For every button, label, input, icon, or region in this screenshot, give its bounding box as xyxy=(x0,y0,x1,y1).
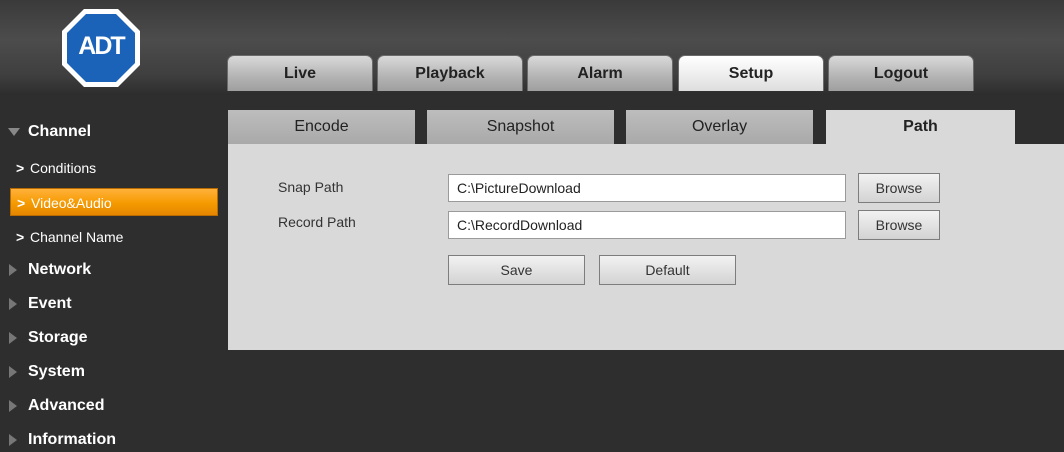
collapsed-arrow-icon xyxy=(9,400,17,412)
sidebar-section-label: System xyxy=(28,363,85,380)
record-browse-button[interactable]: Browse xyxy=(858,210,940,240)
sidebar-item-conditions[interactable]: > Conditions xyxy=(10,154,218,182)
record-path-input[interactable]: C:\RecordDownload xyxy=(448,211,846,239)
sidebar-section-label: Event xyxy=(28,295,72,312)
sidebar-section-information[interactable]: Information xyxy=(0,425,228,452)
sidebar-section-label: Storage xyxy=(28,329,88,346)
logo-text: ADT xyxy=(78,32,125,60)
default-button[interactable]: Default xyxy=(599,255,736,285)
collapsed-arrow-icon xyxy=(9,434,17,446)
record-path-label: Record Path xyxy=(278,214,356,230)
collapsed-arrow-icon xyxy=(9,366,17,378)
sidebar-section-storage[interactable]: Storage xyxy=(0,323,228,353)
sidebar-section-network[interactable]: Network xyxy=(0,255,228,285)
tab-alarm[interactable]: Alarm xyxy=(527,55,673,91)
tab-playback[interactable]: Playback xyxy=(377,55,523,91)
sidebar-item-label: Channel Name xyxy=(30,229,124,245)
sidebar-item-channel-name[interactable]: > Channel Name xyxy=(10,223,218,251)
chevron-right-icon: > xyxy=(17,195,26,211)
tab-overlay[interactable]: Overlay xyxy=(626,110,813,144)
sidebar-section-label: Advanced xyxy=(28,397,105,414)
snap-browse-button[interactable]: Browse xyxy=(858,173,940,203)
sidebar: Channel > Conditions > Video&Audio > Cha… xyxy=(0,95,228,452)
collapsed-arrow-icon xyxy=(9,332,17,344)
collapsed-arrow-icon xyxy=(9,298,17,310)
tab-encode[interactable]: Encode xyxy=(228,110,415,144)
tab-path[interactable]: Path xyxy=(826,110,1015,144)
sidebar-section-system[interactable]: System xyxy=(0,357,228,387)
path-settings-panel: Snap Path C:\PictureDownload Browse Reco… xyxy=(228,144,1064,350)
collapsed-arrow-icon xyxy=(9,264,17,276)
header-bar: ADT Live Playback Alarm Setup Logout xyxy=(0,0,1064,95)
sidebar-item-video-audio[interactable]: > Video&Audio xyxy=(10,188,218,216)
sidebar-section-event[interactable]: Event xyxy=(0,289,228,319)
tab-logout[interactable]: Logout xyxy=(828,55,974,91)
sidebar-section-label: Information xyxy=(28,431,116,448)
expanded-arrow-icon xyxy=(8,128,20,136)
sidebar-section-channel[interactable]: Channel xyxy=(0,117,228,147)
sidebar-section-label: Network xyxy=(28,261,92,278)
settings-subtabs: Encode Snapshot Overlay Path xyxy=(228,110,1064,144)
tab-live[interactable]: Live xyxy=(227,55,373,91)
sidebar-section-label: Channel xyxy=(28,123,92,140)
tab-setup[interactable]: Setup xyxy=(678,55,824,91)
sidebar-item-label: Video&Audio xyxy=(31,195,112,211)
tab-snapshot[interactable]: Snapshot xyxy=(427,110,614,144)
save-button[interactable]: Save xyxy=(448,255,585,285)
sidebar-item-label: Conditions xyxy=(30,160,97,176)
chevron-right-icon: > xyxy=(16,229,25,245)
snap-path-label: Snap Path xyxy=(278,179,344,195)
chevron-right-icon: > xyxy=(16,160,25,176)
adt-logo: ADT xyxy=(60,7,142,89)
snap-path-input[interactable]: C:\PictureDownload xyxy=(448,174,846,202)
sidebar-section-advanced[interactable]: Advanced xyxy=(0,391,228,421)
